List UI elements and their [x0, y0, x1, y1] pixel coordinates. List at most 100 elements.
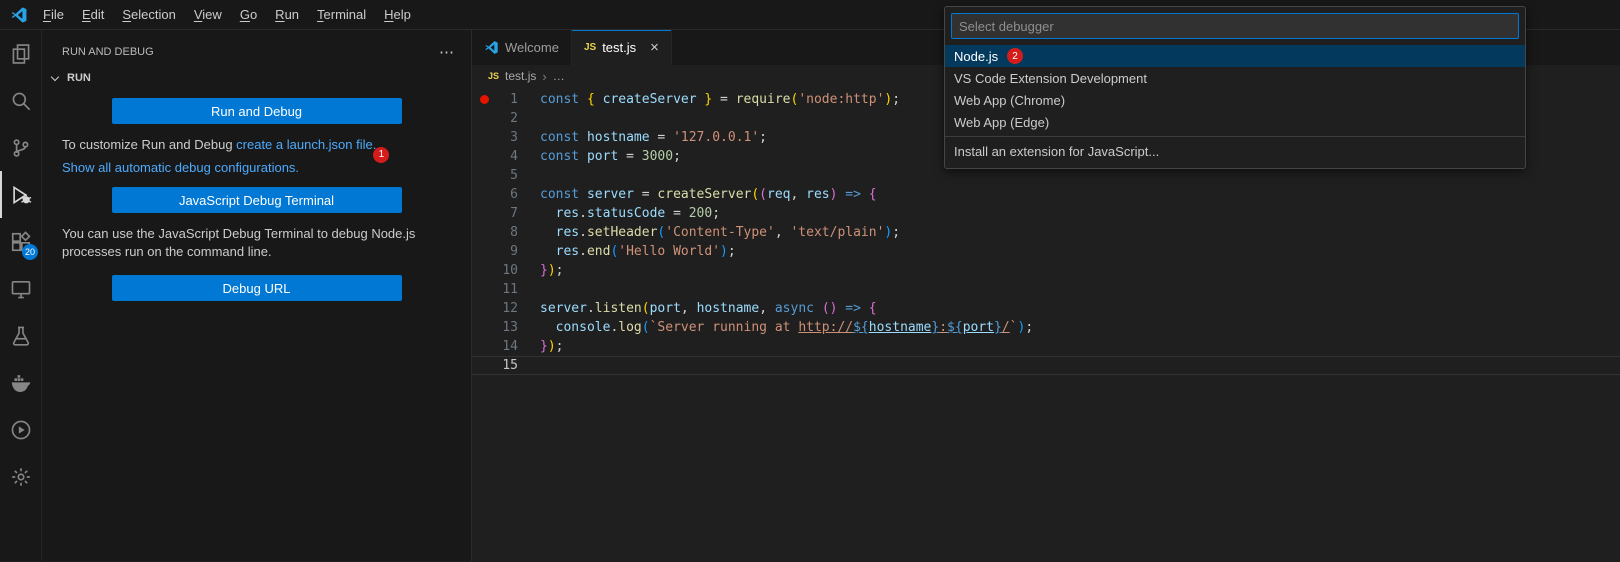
quick-pick-item-label: VS Code Extension Development [954, 70, 1147, 86]
line-number: 7 [510, 206, 518, 221]
chevron-down-icon [50, 72, 60, 81]
glyph-margin[interactable] [472, 223, 496, 242]
line-number: 10 [502, 263, 518, 278]
activity-item-explorer[interactable] [0, 30, 41, 77]
quick-pick-input[interactable] [952, 18, 1518, 34]
tab-test-js[interactable]: JS test.js × [571, 30, 672, 65]
code-line-7[interactable]: 7 res.statusCode = 200; [472, 204, 1620, 223]
glyph-margin[interactable] [472, 147, 496, 166]
breakpoint-dot[interactable] [472, 90, 496, 109]
line-number: 15 [502, 358, 518, 373]
code-line-8[interactable]: 8 res.setHeader('Content-Type', 'text/pl… [472, 223, 1620, 242]
close-icon[interactable]: × [650, 40, 659, 55]
glyph-margin[interactable] [472, 204, 496, 223]
glyph-margin[interactable] [472, 280, 496, 299]
glyph-margin[interactable] [472, 261, 496, 280]
line-number: 13 [502, 320, 518, 335]
run-section-label: RUN [67, 72, 91, 84]
js-debug-terminal-button[interactable]: JavaScript Debug Terminal [111, 187, 402, 213]
activity-item-play-circle[interactable] [0, 406, 41, 453]
glyph-margin[interactable] [472, 128, 496, 147]
quick-pick-item-label: Web App (Chrome) [954, 92, 1066, 108]
line-number: 11 [502, 282, 518, 297]
code-text: }); [540, 263, 564, 278]
code-text: console.log(`Server running at http://${… [555, 320, 1034, 335]
breadcrumb-file[interactable]: test.js [505, 69, 536, 83]
line-number: 14 [502, 339, 518, 354]
search-icon [10, 90, 32, 112]
activity-item-docker[interactable] [0, 359, 41, 406]
quick-pick-item-node-js[interactable]: Node.js 2 [945, 45, 1525, 67]
code-line-14[interactable]: 14}); [472, 337, 1620, 356]
error-badge: 2 [1007, 48, 1024, 64]
line-number: 9 [510, 244, 518, 259]
menu-item-file[interactable]: File [34, 0, 73, 30]
menu-item-selection[interactable]: Selection [113, 0, 184, 30]
remote-explorer-icon [10, 278, 32, 300]
glyph-margin[interactable] [472, 242, 496, 261]
tab-label: test.js [602, 40, 637, 55]
menu-item-view[interactable]: View [185, 0, 231, 30]
glyph-margin[interactable] [472, 109, 496, 128]
settings-gear-icon [10, 466, 32, 488]
code-text: server.listen(port, hostname, async () =… [540, 301, 877, 316]
quick-pick-item-web-app-chrome[interactable]: Web App (Chrome) [945, 89, 1525, 111]
line-number: 8 [510, 225, 518, 240]
code-line-13[interactable]: 13 console.log(`Server running at http:/… [472, 318, 1620, 337]
glyph-margin[interactable] [472, 299, 496, 318]
glyph-margin[interactable] [472, 318, 496, 337]
menu-item-go[interactable]: Go [231, 0, 266, 30]
code-text: const { createServer } = require('node:h… [540, 92, 901, 107]
quick-pick-item-web-app-edge[interactable]: Web App (Edge) [945, 111, 1525, 133]
code-line-6[interactable]: 6 const server = createServer((req, res) … [472, 185, 1620, 204]
line-number: 12 [502, 301, 518, 316]
glyph-margin[interactable] [472, 185, 496, 204]
activity-item-source-control[interactable] [0, 124, 41, 171]
customize-text: To customize Run and Debug [62, 137, 237, 152]
more-actions-icon[interactable]: ⋯ [439, 43, 455, 61]
activity-item-remote-explorer[interactable] [0, 265, 41, 312]
menu-item-run[interactable]: Run [266, 0, 308, 30]
glyph-margin[interactable] [472, 356, 496, 375]
menu-bar-items: File Edit Selection View Go Run Terminal Help [34, 0, 420, 30]
show-configs-link[interactable]: Show all automatic debug configurations. [62, 160, 299, 175]
tab-welcome[interactable]: Welcome [472, 30, 572, 65]
debug-url-button[interactable]: Debug URL [111, 275, 402, 301]
code-line-15[interactable]: 15 [472, 356, 1620, 375]
show-configs-paragraph: Show all automatic debug configurations. [42, 159, 471, 177]
run-and-debug-button[interactable]: Run and Debug [111, 98, 402, 124]
vscode-logo-icon [10, 6, 28, 24]
line-number: 5 [510, 168, 518, 183]
activity-item-settings-gear[interactable] [0, 453, 41, 500]
quick-pick-item-label: Install an extension for JavaScript... [954, 143, 1160, 159]
activity-item-run-debug[interactable] [0, 171, 41, 218]
menu-item-help[interactable]: Help [375, 0, 420, 30]
tab-label: Welcome [505, 40, 559, 55]
run-section-header[interactable]: RUN [42, 68, 471, 88]
quick-pick-item-vs-code-extension-development[interactable]: VS Code Extension Development [945, 67, 1525, 89]
code-line-9[interactable]: 9 res.end('Hello World'); [472, 242, 1620, 261]
code-text: res.end('Hello World'); [555, 244, 736, 259]
glyph-margin[interactable] [472, 337, 496, 356]
activity-item-testing[interactable] [0, 312, 41, 359]
run-debug-icon [10, 184, 32, 206]
terminal-help-text: You can use the JavaScript Debug Termina… [62, 226, 416, 259]
js-file-icon: JS [488, 71, 500, 81]
glyph-margin[interactable] [472, 166, 496, 185]
launch-json-link[interactable]: create a launch.json file. [236, 137, 376, 152]
activity-item-extensions[interactable]: 20 [0, 218, 41, 265]
code-line-10[interactable]: 10}); [472, 261, 1620, 280]
code-text: }); [540, 339, 564, 354]
line-number: 4 [510, 149, 518, 164]
code-text: res.statusCode = 200; [555, 206, 721, 221]
menu-item-terminal[interactable]: Terminal [308, 0, 375, 30]
code-line-12[interactable]: 12 server.listen(port, hostname, async ()… [472, 299, 1620, 318]
code-line-11[interactable]: 11 [472, 280, 1620, 299]
quick-pick-item-install-an-extension-for-javascript[interactable]: Install an extension for JavaScript... [945, 140, 1525, 162]
extensions-badge: 20 [22, 244, 38, 260]
breadcrumb-more[interactable]: … [553, 69, 565, 83]
vscode-icon [484, 40, 499, 55]
menu-item-edit[interactable]: Edit [73, 0, 113, 30]
activity-item-search[interactable] [0, 77, 41, 124]
vscode-window: File Edit Selection View Go Run Terminal Help 2… [0, 0, 1620, 562]
